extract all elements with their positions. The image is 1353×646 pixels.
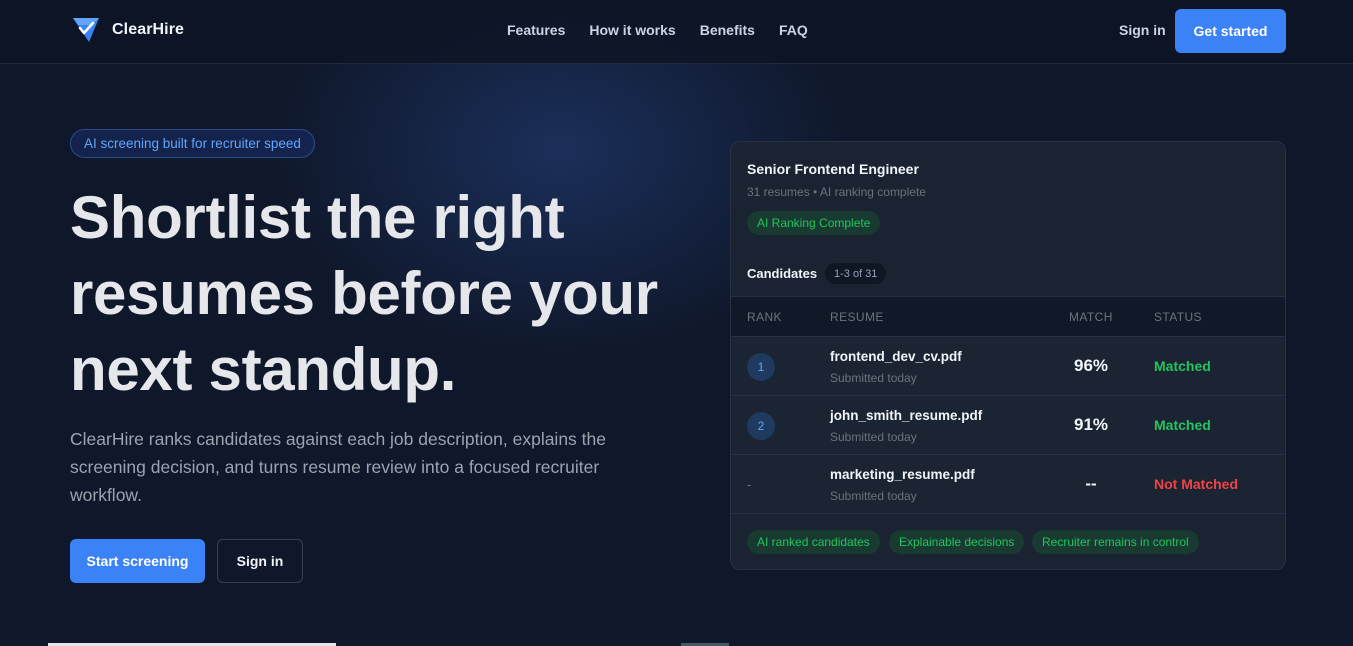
divider: [731, 513, 1285, 514]
match-score: 91%: [1073, 415, 1109, 434]
job-meta: 31 resumes • AI ranking complete: [747, 185, 926, 199]
hero-headline: Shortlist the right resumes before your …: [70, 180, 690, 408]
table-row[interactable]: - marketing_resume.pdf Submitted today -…: [731, 454, 1285, 513]
submitted-label: Submitted today: [830, 489, 917, 503]
rank-badge: 1: [747, 353, 775, 381]
headline-line-2: resumes before your: [70, 260, 658, 327]
feature-tag: Explainable decisions: [889, 530, 1025, 554]
table-row[interactable]: 2 john_smith_resume.pdf Submitted today …: [731, 395, 1285, 454]
column-header-rank: RANK: [747, 310, 782, 324]
column-header-resume: RESUME: [830, 310, 884, 324]
status-label: Not Matched: [1154, 476, 1238, 492]
match-score: --: [1085, 474, 1097, 493]
job-title: Senior Frontend Engineer: [747, 161, 919, 177]
ranking-status-badge: AI Ranking Complete: [747, 211, 881, 235]
rank-empty: -: [747, 477, 752, 492]
nav-link-benefits[interactable]: Benefits: [700, 22, 755, 38]
hero-badge: AI screening built for recruiter speed: [70, 129, 315, 158]
start-screening-button[interactable]: Start screening: [70, 539, 205, 583]
rank-badge: 2: [747, 412, 775, 440]
headline-line-1: Shortlist the right: [70, 184, 565, 251]
status-label: Matched: [1154, 417, 1211, 433]
submitted-label: Submitted today: [830, 430, 917, 444]
feature-tag: Recruiter remains in control: [1032, 530, 1199, 554]
table-header: RANK RESUME MATCH STATUS: [731, 296, 1285, 336]
nav-sign-in-link[interactable]: Sign in: [1119, 22, 1166, 38]
status-label: Matched: [1154, 358, 1211, 374]
resume-file-name[interactable]: john_smith_resume.pdf: [830, 408, 982, 423]
brand-name: ClearHire: [112, 21, 185, 38]
column-header-match: MATCH: [1069, 310, 1113, 324]
nav-link-features[interactable]: Features: [507, 22, 565, 38]
feature-tag: AI ranked candidates: [747, 530, 880, 554]
candidates-label: Candidates: [747, 266, 818, 281]
hero-sign-in-button[interactable]: Sign in: [217, 539, 303, 583]
headline-line-3: next standup.: [70, 336, 457, 403]
get-started-button[interactable]: Get started: [1175, 9, 1286, 53]
resume-file-name[interactable]: marketing_resume.pdf: [830, 467, 975, 482]
brand[interactable]: ClearHire: [72, 16, 184, 44]
match-score: 96%: [1073, 356, 1109, 375]
top-navigation: ClearHire Features How it works Benefits…: [0, 0, 1353, 64]
logo-icon: [73, 18, 99, 42]
candidate-count-badge: 1-3 of 31: [825, 263, 887, 284]
table-row[interactable]: 1 frontend_dev_cv.pdf Submitted today 96…: [731, 336, 1285, 395]
resume-file-name[interactable]: frontend_dev_cv.pdf: [830, 349, 962, 364]
screening-preview-card: Senior Frontend Engineer 31 resumes • AI…: [730, 141, 1286, 570]
hero-subtext: ClearHire ranks candidates against each …: [70, 429, 606, 505]
nav-link-how-it-works[interactable]: How it works: [589, 22, 675, 38]
submitted-label: Submitted today: [830, 371, 917, 385]
nav-link-faq[interactable]: FAQ: [779, 22, 808, 38]
column-header-status: STATUS: [1154, 310, 1202, 324]
nav-links: Features How it works Benefits FAQ: [507, 22, 808, 38]
